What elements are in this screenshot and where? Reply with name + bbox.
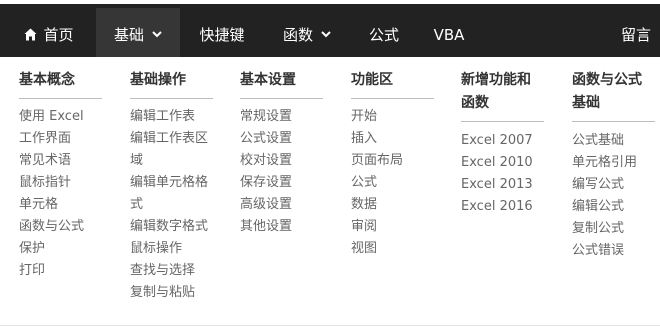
column-heading: 函数与公式基础 (572, 69, 655, 122)
menu-link[interactable]: 函数与公式 (19, 216, 84, 238)
nav-shortcuts-label: 快捷键 (199, 26, 245, 44)
nav-vba[interactable]: VBA (424, 8, 474, 61)
menu-link[interactable]: 视图 (351, 238, 403, 260)
column-heading: 新增功能和函数 (461, 69, 544, 122)
menu-link[interactable]: 查找与选择 (130, 260, 214, 282)
basics-mega-menu: 基本概念 使用 Excel 工作界面 常见术语 鼠标指针 单元格 函数与公式 保… (0, 57, 660, 326)
menu-link[interactable]: 常见术语 (19, 150, 84, 172)
menu-link[interactable]: 保存设置 (240, 172, 292, 194)
column-links: 开始 插入 页面布局 公式 数据 审阅 视图 (351, 106, 403, 260)
menu-link[interactable]: 复制与粘贴 (130, 282, 214, 304)
menu-link[interactable]: 单元格 (19, 194, 84, 216)
nav-shortcuts[interactable]: 快捷键 (188, 8, 256, 61)
nav-home[interactable]: 首页 (10, 8, 88, 61)
menu-link[interactable]: 高级设置 (240, 194, 292, 216)
menu-link[interactable]: Excel 2010 (461, 152, 533, 174)
menu-link[interactable]: Excel 2007 (461, 130, 533, 152)
menu-link[interactable]: 编辑工作表区域 (130, 128, 214, 172)
menu-link[interactable]: 编辑单元格格式 (130, 172, 214, 216)
menu-link[interactable]: Excel 2016 (461, 196, 533, 218)
column-heading: 功能区 (351, 69, 434, 99)
nav-messages-label: 留言 (620, 26, 651, 44)
column-heading: 基本概念 (19, 69, 102, 99)
menu-link[interactable]: 校对设置 (240, 150, 292, 172)
nav-messages[interactable]: 留言 (612, 8, 660, 61)
top-navbar: 首页 基础 快捷键 函数 公式 VBA 留言 (0, 0, 660, 61)
menu-link[interactable]: 编写公式 (572, 174, 637, 196)
menu-link[interactable]: 数据 (351, 194, 403, 216)
nav-formulas-label: 公式 (368, 26, 399, 44)
nav-basics-label: 基础 (113, 26, 144, 44)
column-links: 编辑工作表 编辑工作表区域 编辑单元格格式 编辑数字格式 鼠标操作 查找与选择 … (130, 106, 214, 304)
nav-formulas[interactable]: 公式 (358, 8, 410, 61)
column-heading: 基础操作 (130, 69, 213, 99)
menu-link[interactable]: 页面布局 (351, 150, 403, 172)
menu-link[interactable]: 审阅 (351, 216, 403, 238)
home-icon (24, 28, 37, 41)
column-heading: 基本设置 (240, 69, 323, 99)
menu-link[interactable]: 其他设置 (240, 216, 292, 238)
chevron-down-icon (152, 31, 162, 38)
nav-basics[interactable]: 基础 (96, 8, 180, 61)
menu-link[interactable]: 编辑数字格式 (130, 216, 214, 238)
column-links: Excel 2007 Excel 2010 Excel 2013 Excel 2… (461, 130, 533, 218)
menu-link[interactable]: 插入 (351, 128, 403, 150)
nav-home-label: 首页 (43, 26, 74, 44)
nav-vba-label: VBA (433, 25, 465, 44)
menu-link[interactable]: 单元格引用 (572, 152, 637, 174)
menu-link[interactable]: 鼠标指针 (19, 172, 84, 194)
menu-link[interactable]: 保护 (19, 238, 84, 260)
menu-link[interactable]: 公式 (351, 172, 403, 194)
column-links: 公式基础 单元格引用 编写公式 编辑公式 复制公式 公式错误 (572, 130, 637, 262)
menu-link[interactable]: 工作界面 (19, 128, 84, 150)
chevron-down-icon (321, 31, 331, 38)
menu-link[interactable]: 打印 (19, 260, 84, 282)
menu-link[interactable]: 开始 (351, 106, 403, 128)
menu-link[interactable]: 编辑工作表 (130, 106, 214, 128)
menu-link[interactable]: 公式设置 (240, 128, 292, 150)
nav-functions-label: 函数 (282, 26, 313, 44)
column-links: 常规设置 公式设置 校对设置 保存设置 高级设置 其他设置 (240, 106, 292, 238)
menu-link[interactable]: 鼠标操作 (130, 238, 214, 260)
menu-link[interactable]: Excel 2013 (461, 174, 533, 196)
menu-link[interactable]: 编辑公式 (572, 196, 637, 218)
column-links: 使用 Excel 工作界面 常见术语 鼠标指针 单元格 函数与公式 保护 打印 (19, 106, 84, 282)
menu-link[interactable]: 常规设置 (240, 106, 292, 128)
menu-link[interactable]: 使用 Excel (19, 106, 84, 128)
nav-functions[interactable]: 函数 (268, 8, 346, 61)
menu-link[interactable]: 复制公式 (572, 218, 637, 240)
menu-link[interactable]: 公式错误 (572, 240, 637, 262)
menu-link[interactable]: 公式基础 (572, 130, 637, 152)
